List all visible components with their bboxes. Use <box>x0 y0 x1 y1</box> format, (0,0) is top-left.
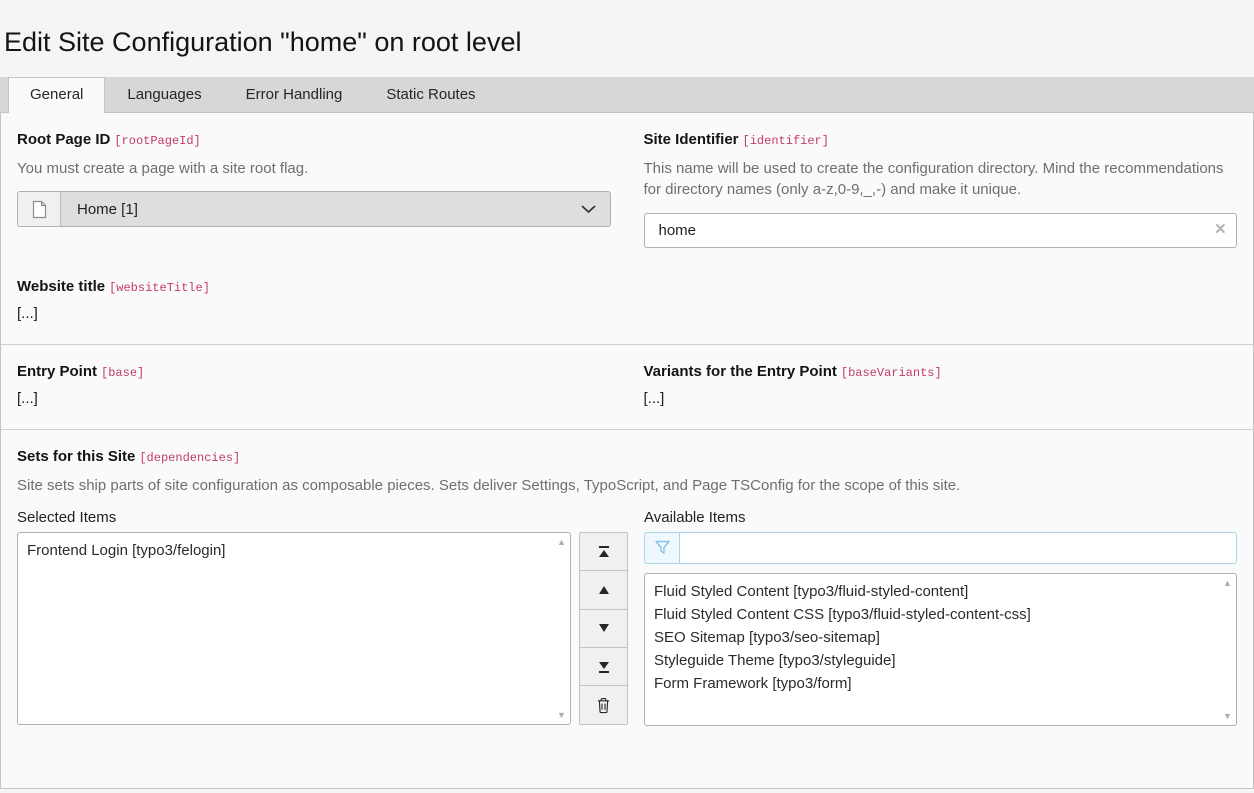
section-entry-point: Entry Point [base] [...] Variants for the… <box>1 344 1253 429</box>
list-item[interactable]: Styleguide Theme [typo3/styleguide] <box>645 649 1236 672</box>
selected-items-label: Selected Items <box>17 509 571 526</box>
list-item[interactable]: Frontend Login [typo3/felogin] <box>18 539 570 562</box>
field-base-variants: Variants for the Entry Point [baseVariant… <box>644 363 1238 407</box>
selected-items-listbox[interactable]: Frontend Login [typo3/felogin] ▲ ▼ <box>17 532 571 725</box>
field-help: This name will be used to create the con… <box>644 158 1238 202</box>
scroll-up-icon[interactable]: ▲ <box>557 537 566 547</box>
field-code: [dependencies] <box>139 451 240 465</box>
field-label: Root Page ID [rootPageId] <box>17 131 611 148</box>
field-root-page-id: Root Page ID [rootPageId] You must create… <box>17 131 611 249</box>
tab-general[interactable]: General <box>8 77 105 113</box>
label-text: Entry Point <box>17 363 97 380</box>
page-icon <box>18 192 61 226</box>
available-items-label: Available Items <box>644 509 1237 526</box>
field-help: You must create a page with a site root … <box>17 158 611 180</box>
tab-static-routes[interactable]: Static Routes <box>364 77 497 112</box>
list-item[interactable]: Fluid Styled Content CSS [typo3/fluid-st… <box>645 603 1236 626</box>
base-variants-collapsed-toggle[interactable]: [...] <box>644 390 1238 407</box>
field-label: Variants for the Entry Point [baseVariant… <box>644 363 1238 380</box>
field-code: [base] <box>101 366 144 380</box>
field-label: Entry Point [base] <box>17 363 611 380</box>
move-up-icon <box>597 583 611 597</box>
move-to-bottom-icon <box>597 660 611 674</box>
selected-items-scrollbar[interactable]: ▲ ▼ <box>553 533 570 724</box>
tab-content-panel: Root Page ID [rootPageId] You must create… <box>0 113 1254 789</box>
available-items-panel: Fluid Styled Content [typo3/fluid-styled… <box>644 532 1237 726</box>
field-label: Sets for this Site [dependencies] <box>17 448 1237 465</box>
move-up-button[interactable] <box>579 570 628 609</box>
selected-option-label: Home [1] <box>77 201 138 218</box>
label-text: Site Identifier <box>644 131 739 148</box>
field-code: [websiteTitle] <box>109 281 210 295</box>
move-down-icon <box>597 621 611 635</box>
trash-icon <box>596 697 611 714</box>
scroll-down-icon[interactable]: ▼ <box>1223 711 1232 721</box>
site-identifier-input[interactable] <box>644 213 1238 248</box>
list-item[interactable]: Fluid Styled Content [typo3/fluid-styled… <box>645 580 1236 603</box>
field-help: Site sets ship parts of site configurati… <box>17 475 1237 497</box>
clear-input-icon[interactable]: × <box>1215 220 1226 240</box>
filter-funnel-icon <box>644 532 680 564</box>
chevron-down-icon <box>581 205 596 214</box>
list-item[interactable]: Form Framework [typo3/form] <box>645 672 1236 695</box>
delete-button[interactable] <box>579 685 628 724</box>
tab-bar: General Languages Error Handling Static … <box>0 77 1254 113</box>
available-items-list: Fluid Styled Content [typo3/fluid-styled… <box>645 574 1236 695</box>
section-dependencies: Sets for this Site [dependencies] Site se… <box>1 429 1253 748</box>
field-site-identifier: Site Identifier [identifier] This name wi… <box>644 131 1238 249</box>
available-items-filter-input[interactable] <box>680 532 1237 564</box>
available-items-listbox[interactable]: Fluid Styled Content [typo3/fluid-styled… <box>644 573 1237 726</box>
selected-items-list: Frontend Login [typo3/felogin] <box>18 533 570 562</box>
root-page-select[interactable]: Home [1] <box>17 191 611 227</box>
tab-error-handling[interactable]: Error Handling <box>224 77 365 112</box>
field-code: [baseVariants] <box>841 366 942 380</box>
available-items-scrollbar[interactable]: ▲ ▼ <box>1219 574 1236 725</box>
move-to-top-icon <box>597 545 611 559</box>
entry-point-collapsed-toggle[interactable]: [...] <box>17 390 611 407</box>
field-entry-point: Entry Point [base] [...] <box>17 363 611 407</box>
list-item[interactable]: SEO Sitemap [typo3/seo-sitemap] <box>645 626 1236 649</box>
label-text: Sets for this Site <box>17 448 135 465</box>
root-page-select-value: Home [1] <box>61 192 610 226</box>
page-title: Edit Site Configuration "home" on root l… <box>0 18 1254 58</box>
field-label: Site Identifier [identifier] <box>644 131 1238 148</box>
label-text: Website title <box>17 278 105 295</box>
scroll-up-icon[interactable]: ▲ <box>1223 578 1232 588</box>
field-website-title: Website title [websiteTitle] [...] <box>17 278 611 322</box>
tab-languages[interactable]: Languages <box>105 77 223 112</box>
label-text: Root Page ID <box>17 131 110 148</box>
move-to-top-button[interactable] <box>579 532 628 571</box>
website-title-collapsed-toggle[interactable]: [...] <box>17 305 611 322</box>
move-down-button[interactable] <box>579 609 628 648</box>
item-controls <box>579 532 628 725</box>
scroll-down-icon[interactable]: ▼ <box>557 710 566 720</box>
label-text: Variants for the Entry Point <box>644 363 837 380</box>
field-code: [identifier] <box>743 134 829 148</box>
field-code: [rootPageId] <box>114 134 200 148</box>
section-general-top: Root Page ID [rootPageId] You must create… <box>1 113 1253 345</box>
field-label: Website title [websiteTitle] <box>17 278 611 295</box>
move-to-bottom-button[interactable] <box>579 647 628 686</box>
